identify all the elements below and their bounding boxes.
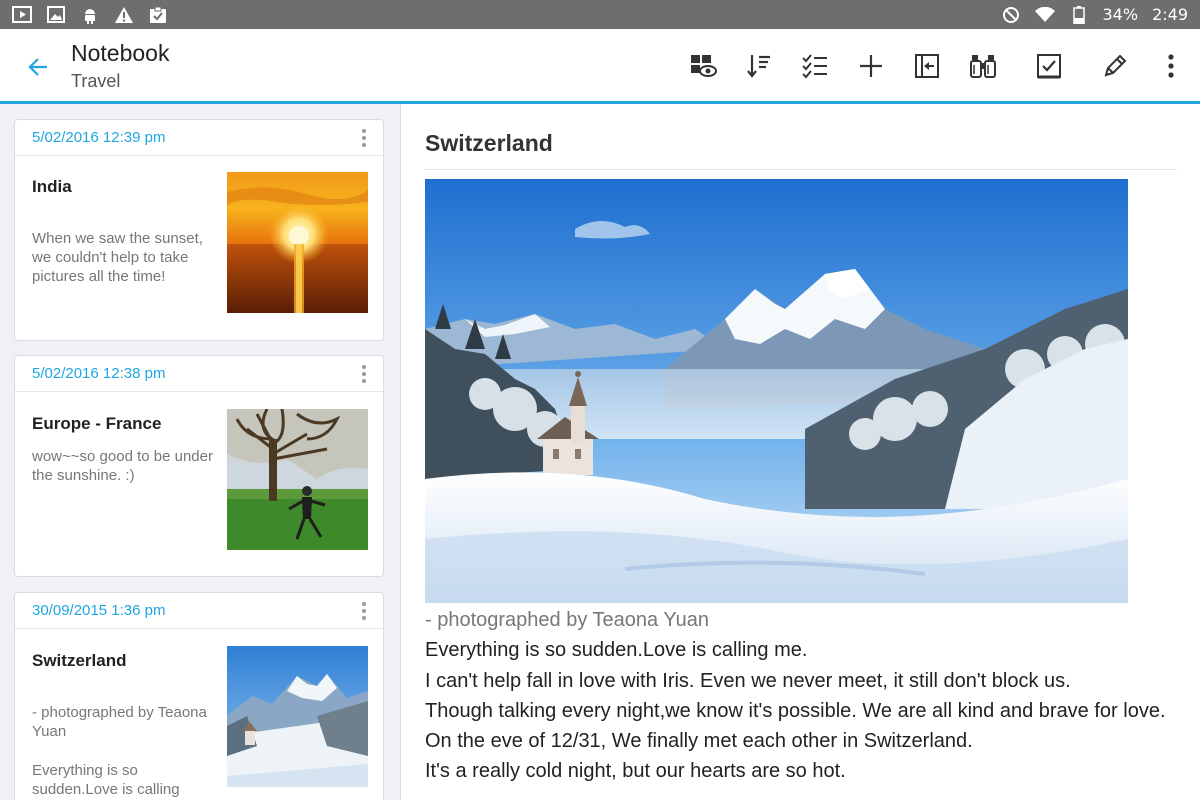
more-vertical-icon [362,129,366,147]
note-more-button[interactable] [355,599,373,623]
battery-icon [1069,5,1089,24]
wifi-icon [1034,6,1055,24]
note-detail: Switzerland - photographed by Teaona Yua… [401,104,1200,800]
app-bar: Notebook Travel [0,29,1200,104]
note-thumbnail-park [227,409,368,550]
note-thumbnail-mountains [227,646,368,787]
clipboard-check-icon [148,6,168,24]
edit-button[interactable] [1098,49,1132,83]
note-card-header: 30/09/2015 1:36 pm [15,593,383,629]
note-card-header: 5/02/2016 12:38 pm [15,356,383,392]
note-list[interactable]: 5/02/2016 12:39 pm India When we saw the… [0,104,401,800]
note-snippet: wow~~so good to be under the sunshine. :… [32,448,213,484]
more-options-button[interactable] [1156,49,1186,83]
checklist-button[interactable] [798,49,832,83]
photo-caption: - photographed by Teaona Yuan [425,609,709,631]
checkbox-button[interactable] [1032,49,1066,83]
more-vertical-icon [362,365,366,383]
note-snippet-more: Everything is so sudden.Love is calling [32,762,180,798]
note-title: Switzerland [32,651,127,670]
note-title: India [32,177,72,196]
edit-icon [1104,54,1127,77]
status-bar: 34% 2:49 [0,0,1200,29]
body-line: On the eve of 12/31, We finally met each… [425,730,973,753]
note-date: 30/09/2015 1:36 pm [32,602,166,619]
sort-icon [747,55,770,78]
battery-percent: 34% [1102,5,1139,24]
more-vertical-icon [1168,54,1174,78]
add-icon [860,55,882,77]
note-title: Europe - France [32,414,162,433]
back-button[interactable] [22,51,54,83]
note-date: 5/02/2016 12:38 pm [32,365,166,382]
checklist-icon [802,54,827,79]
body-line: Everything is so sudden.Love is calling … [425,639,808,662]
note-snippet: - photographed by Teaona Yuan [32,704,207,740]
note-card[interactable]: 5/02/2016 12:39 pm India When we saw the… [14,119,384,341]
note-more-button[interactable] [355,362,373,386]
note-more-button[interactable] [355,126,373,150]
more-vertical-icon [362,602,366,620]
status-right: 34% 2:49 [1001,5,1188,24]
do-not-disturb-icon [1001,6,1021,24]
view-mode-button[interactable] [686,49,720,83]
collapse-panel-button[interactable] [910,49,944,83]
android-icon [80,6,100,24]
binoculars-icon [970,55,996,78]
search-button[interactable] [966,49,1000,83]
note-card[interactable]: 5/02/2016 12:38 pm Europe - France wow~~… [14,355,384,577]
note-date: 5/02/2016 12:39 pm [32,129,166,146]
body-line: Though talking every night,we know it's … [425,699,1166,722]
collapse-panel-icon [915,54,939,78]
warning-icon [114,6,134,24]
sort-button[interactable] [742,49,776,83]
image-icon [46,6,66,24]
body-line: I can't help fall in love with Iris. Eve… [425,669,1071,692]
note-hero-image [425,179,1128,603]
note-thumbnail-sunset [227,172,368,313]
body-line: It's a really cold night, but our hearts… [425,760,846,783]
video-icon [12,6,32,24]
checkbox-icon [1037,54,1061,79]
page-title: Notebook [71,40,170,66]
note-body[interactable]: - photographed by Teaona Yuan Everything… [425,605,1185,787]
note-card[interactable]: 30/09/2015 1:36 pm Switzerland - photogr… [14,592,384,800]
page-subtitle: Travel [71,71,121,91]
note-snippet: When we saw the sunset, we couldn't help… [32,230,203,285]
note-card-header: 5/02/2016 12:39 pm [15,120,383,156]
status-left-icons [12,6,168,24]
view-mode-icon [691,55,717,77]
note-detail-title: Switzerland [425,130,553,156]
title-divider [425,169,1177,170]
clock: 2:49 [1152,5,1188,24]
arrow-back-icon [28,58,47,76]
add-button[interactable] [854,49,888,83]
